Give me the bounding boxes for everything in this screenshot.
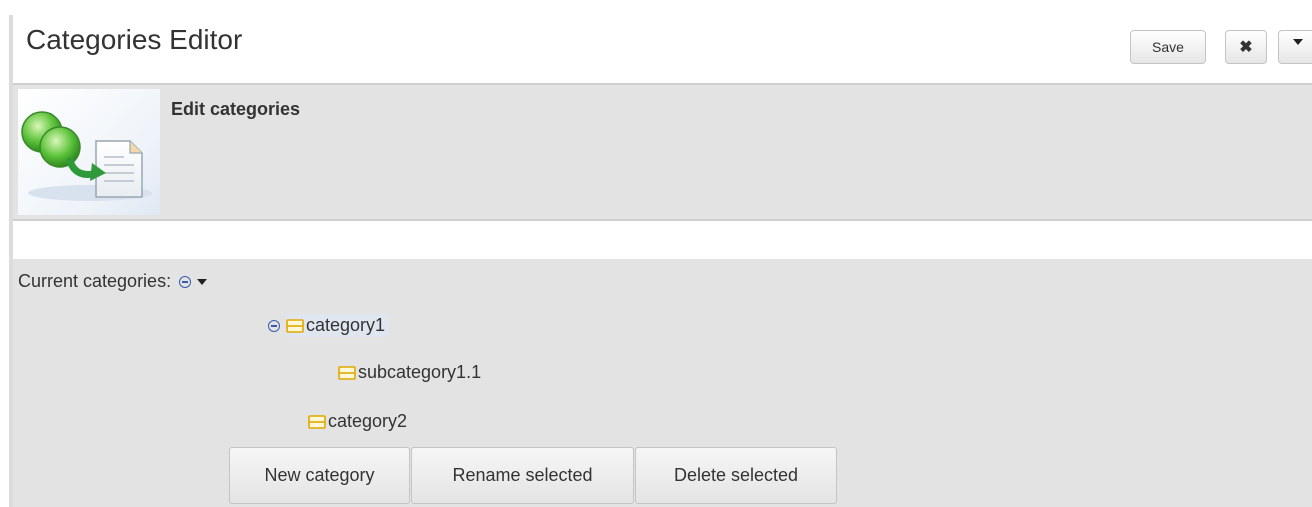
tree-root-row: Current categories: — [18, 271, 208, 292]
close-button[interactable]: ✖ — [1225, 30, 1267, 64]
page-title: Categories Editor — [26, 24, 243, 55]
tree-item-label: category1 — [306, 315, 386, 335]
tree-item[interactable]: subcategory1.1 — [338, 362, 481, 383]
category-icon — [308, 414, 326, 430]
tree-item[interactable]: category2 — [308, 411, 407, 432]
tree-menu-chevron-icon[interactable] — [197, 278, 208, 285]
collapse-all-icon[interactable] — [179, 275, 192, 288]
tree-item-label: subcategory1.1 — [358, 362, 482, 382]
category-icon — [286, 318, 304, 334]
editor-window: Categories Editor Save ✖ Edit categories… — [9, 15, 1312, 507]
description-banner: Edit categories — [13, 85, 1312, 221]
categories-logo — [18, 89, 160, 215]
tree-item-label: category2 — [328, 411, 408, 431]
tree-label: Current categories: — [18, 271, 172, 291]
chevron-down-icon — [1293, 39, 1303, 45]
new-category-button[interactable]: New category — [229, 447, 410, 504]
category-icon — [338, 365, 356, 381]
editor-header: Categories Editor Save ✖ — [13, 15, 1312, 85]
dropdown-button[interactable] — [1278, 30, 1312, 64]
save-button[interactable]: Save — [1130, 30, 1206, 64]
delete-selected-button[interactable]: Delete selected — [635, 447, 837, 504]
categories-illustration-icon — [21, 111, 152, 201]
tree-item-selected[interactable]: category1 — [286, 314, 390, 337]
toolbar-strip — [13, 221, 1312, 259]
tree-item[interactable]: category1 — [268, 314, 390, 337]
categories-panel: Current categories: category1 subcategor… — [13, 259, 1312, 507]
rename-selected-button[interactable]: Rename selected — [411, 447, 634, 504]
collapse-icon[interactable] — [268, 319, 280, 332]
banner-heading: Edit categories — [171, 99, 301, 119]
